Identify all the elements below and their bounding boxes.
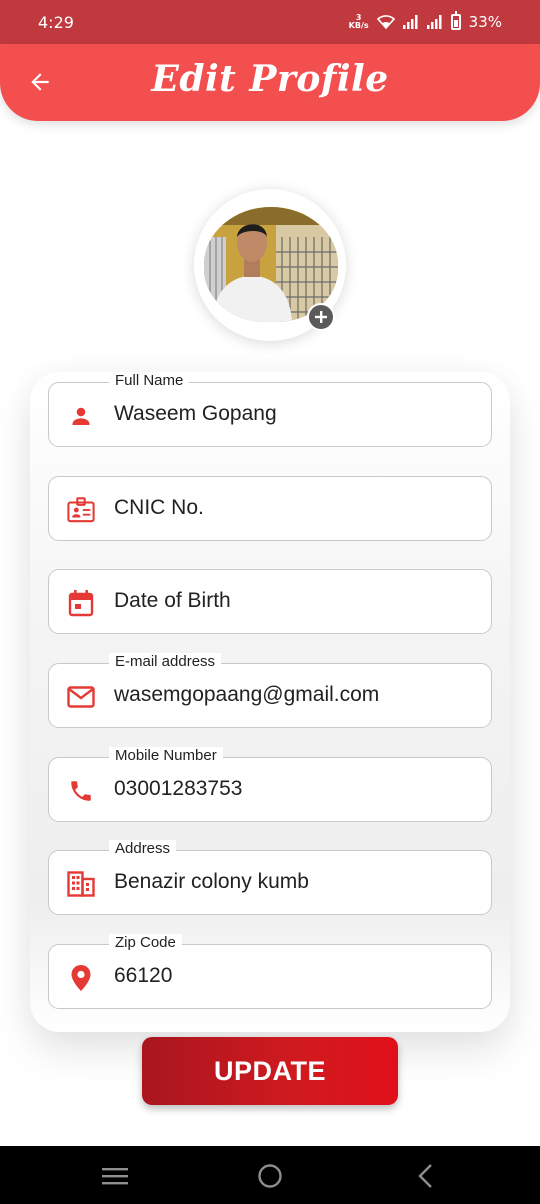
status-time: 4:29 — [38, 12, 74, 32]
plus-icon — [315, 311, 327, 323]
calendar-icon — [67, 589, 95, 617]
page-title: Edit Profile — [151, 58, 389, 100]
app-bar: Edit Profile — [0, 44, 540, 121]
field-value: Waseem Gopang — [114, 402, 277, 425]
network-speed: 3 KB/s — [348, 13, 369, 30]
signal-icon — [426, 15, 443, 29]
signal-icon — [402, 15, 419, 29]
status-icons: 3 KB/s 33% — [348, 11, 502, 31]
field-label: Mobile Number — [109, 747, 223, 764]
id-card-icon — [67, 496, 95, 524]
person-icon — [67, 402, 95, 430]
building-icon — [67, 870, 95, 898]
home-circle-icon — [258, 1164, 282, 1188]
wifi-icon — [376, 15, 395, 29]
mail-icon — [67, 683, 95, 711]
back-nav-button[interactable] — [410, 1162, 440, 1190]
add-photo-button[interactable] — [307, 303, 335, 331]
field-value: wasemgopaang@gmail.com — [114, 683, 380, 706]
profile-photo-container — [194, 189, 346, 341]
field-label: E-mail address — [109, 653, 222, 670]
system-nav-bar — [0, 1146, 540, 1204]
status-bar: 4:29 3 KB/s 33% — [0, 0, 540, 44]
chevron-left-icon — [418, 1164, 432, 1188]
phone-icon — [67, 777, 95, 805]
field-value: Benazir colony kumb — [114, 870, 309, 893]
location-pin-icon — [67, 964, 95, 992]
field-value: 66120 — [114, 964, 173, 987]
recent-apps-button[interactable] — [100, 1162, 130, 1190]
zip-code-field[interactable]: Zip Code 66120 — [48, 934, 492, 1009]
battery-percent: 33% — [468, 13, 502, 31]
field-label: Full Name — [109, 372, 190, 389]
address-field[interactable]: Address Benazir colony kumb — [48, 840, 492, 915]
cnic-field[interactable]: CNIC No. — [48, 476, 492, 541]
field-label: Address — [109, 840, 177, 857]
field-value: Date of Birth — [114, 589, 231, 612]
field-label: Zip Code — [109, 934, 182, 951]
field-value: CNIC No. — [114, 496, 204, 519]
battery-icon — [450, 11, 461, 30]
home-button[interactable] — [255, 1162, 285, 1190]
date-of-birth-field[interactable]: Date of Birth — [48, 569, 492, 634]
update-button[interactable]: UPDATE — [142, 1037, 398, 1105]
email-field[interactable]: E-mail address wasemgopaang@gmail.com — [48, 653, 492, 728]
field-value: 03001283753 — [114, 777, 243, 800]
full-name-field[interactable]: Full Name Waseem Gopang — [48, 372, 492, 447]
menu-icon — [102, 1168, 128, 1185]
mobile-number-field[interactable]: Mobile Number 03001283753 — [48, 747, 492, 822]
